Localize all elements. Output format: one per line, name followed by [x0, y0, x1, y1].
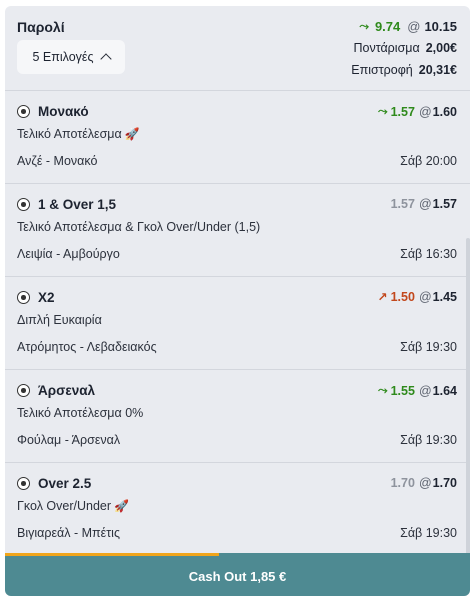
- selection-market: Τελικό Αποτέλεσμα & Γκολ Over/Under (1,5…: [17, 220, 260, 234]
- rocket-icon: 🚀: [124, 127, 140, 141]
- market-label: Γκολ Over/Under: [17, 499, 112, 513]
- selection-row[interactable]: X2 ↗ 1.50 @ 1.45 Διπλή Ευκαιρία Ατρόμητος…: [5, 277, 470, 370]
- selection-old-odds: 1.70: [390, 476, 415, 490]
- trend-down-icon: ↗: [377, 290, 388, 304]
- selection-name: X2: [38, 290, 55, 305]
- selection-market: Τελικό Αποτέλεσμα 0%: [17, 406, 143, 420]
- selection-match: Ατρόμητος - Λεβαδειακός: [17, 340, 157, 354]
- at-symbol: @: [407, 19, 421, 34]
- selection-name-row: X2: [17, 290, 55, 305]
- selection-row[interactable]: Άρσεναλ ⤳ 1.55 @ 1.64 Τελικό Αποτέλεσμα 0…: [5, 370, 470, 463]
- selection-time: Σάβ 19:30: [400, 526, 457, 540]
- selection-odds: 1.57 @ 1.57: [391, 197, 457, 211]
- selection-old-odds: 1.50: [390, 290, 415, 304]
- selection-new-odds: 1.64: [432, 383, 457, 398]
- selection-market: Διπλή Ευκαιρία: [17, 313, 102, 327]
- scrollbar[interactable]: [466, 238, 470, 558]
- selection-old-odds: 1.57: [390, 197, 415, 211]
- selection-name: Over 2.5: [38, 476, 92, 491]
- selection-time: Σάβ 19:30: [400, 433, 457, 447]
- total-odds: ⤳ 9.74 @ 10.15: [359, 19, 457, 34]
- selection-match: Ανζέ - Μονακό: [17, 154, 98, 168]
- selection-market: Τελικό Αποτέλεσμα 🚀: [17, 127, 140, 141]
- stake-label: Ποντάρισμα: [353, 41, 420, 55]
- rocket-icon: 🚀: [114, 499, 129, 513]
- football-icon: [17, 384, 30, 397]
- at-symbol: @: [418, 476, 432, 490]
- selection-name: Άρσεναλ: [38, 383, 96, 398]
- selection-row[interactable]: Over 2.5 1.70 @ 1.70 Γκολ Over/Under 🚀 Βι…: [5, 463, 470, 556]
- total-old-odds: 9.74: [374, 19, 401, 34]
- stake-row: Ποντάρισμα 2,00€: [353, 41, 457, 55]
- market-label: Τελικό Αποτέλεσμα: [17, 127, 122, 141]
- at-symbol: @: [418, 197, 432, 211]
- selection-match: Λειψία - Αμβούργο: [17, 247, 120, 261]
- betslip-card: Παρολί 5 Επιλογές ⤳ 9.74 @ 10.15 Ποντάρι…: [5, 6, 470, 596]
- at-symbol: @: [418, 104, 432, 119]
- selection-new-odds: 1.60: [432, 104, 457, 119]
- chevron-up-icon: [99, 53, 112, 65]
- return-label: Επιστροφή: [351, 63, 413, 77]
- at-symbol: @: [418, 290, 432, 304]
- trend-up-icon: ⤳: [359, 19, 369, 33]
- selection-time: Σάβ 16:30: [400, 247, 457, 261]
- selection-odds: ⤳ 1.57 @ 1.60: [378, 104, 457, 119]
- trend-up-icon: ⤳: [378, 104, 388, 118]
- stake-value: 2,00€: [425, 41, 457, 55]
- selections-toggle-button[interactable]: 5 Επιλογές: [17, 40, 125, 74]
- selection-match: Βιγιαρεάλ - Μπέτις: [17, 526, 120, 540]
- selection-name-row: Over 2.5: [17, 476, 91, 491]
- selection-new-odds: 1.70: [432, 476, 457, 490]
- selection-match: Φούλαμ - Άρσεναλ: [17, 433, 121, 447]
- bet-type-title: Παρολί: [17, 19, 65, 35]
- selection-odds: ↗ 1.50 @ 1.45: [378, 290, 457, 304]
- selection-name: Μονακό: [38, 104, 89, 119]
- football-icon: [17, 105, 30, 118]
- selection-row[interactable]: Μονακό ⤳ 1.57 @ 1.60 Τελικό Αποτέλεσμα 🚀 Α…: [5, 91, 470, 184]
- market-label: Τελικό Αποτέλεσμα 0%: [17, 406, 144, 420]
- cash-out-button[interactable]: Cash Out 1,85 €: [5, 556, 470, 596]
- selections-list: Μονακό ⤳ 1.57 @ 1.60 Τελικό Αποτέλεσμα 🚀 Α…: [5, 91, 470, 556]
- trend-up-icon: ⤳: [378, 383, 388, 397]
- selection-old-odds: 1.57: [390, 104, 415, 119]
- selection-new-odds: 1.57: [432, 197, 457, 211]
- selection-name-row: Μονακό: [17, 104, 89, 119]
- selections-count-label: 5 Επιλογές: [32, 50, 94, 64]
- selection-market: Γκολ Over/Under 🚀: [17, 499, 129, 513]
- selection-name-row: 1 & Over 1,5: [17, 197, 116, 212]
- return-value: 20,31€: [418, 63, 457, 77]
- market-label: Τελικό Αποτέλεσμα & Γκολ Over/Under (1,5…: [17, 220, 261, 234]
- selection-time: Σάβ 19:30: [400, 340, 457, 354]
- football-icon: [17, 291, 30, 304]
- football-icon: [17, 477, 30, 490]
- selection-odds: ⤳ 1.55 @ 1.64: [378, 383, 457, 398]
- selection-name-row: Άρσεναλ: [17, 383, 95, 398]
- selection-old-odds: 1.55: [390, 383, 415, 398]
- market-label: Διπλή Ευκαιρία: [17, 313, 102, 327]
- selection-odds: 1.70 @ 1.70: [391, 476, 457, 490]
- selection-new-odds: 1.45: [432, 290, 457, 304]
- selection-row[interactable]: 1 & Over 1,5 1.57 @ 1.57 Τελικό Αποτέλεσ…: [5, 184, 470, 277]
- football-icon: [17, 198, 30, 211]
- at-symbol: @: [418, 383, 432, 398]
- betslip-header: Παρολί 5 Επιλογές ⤳ 9.74 @ 10.15 Ποντάρι…: [5, 6, 470, 91]
- selection-name: 1 & Over 1,5: [38, 197, 117, 212]
- selection-time: Σάβ 20:00: [400, 154, 457, 168]
- total-new-odds: 10.15: [424, 19, 457, 34]
- return-row: Επιστροφή 20,31€: [351, 63, 457, 77]
